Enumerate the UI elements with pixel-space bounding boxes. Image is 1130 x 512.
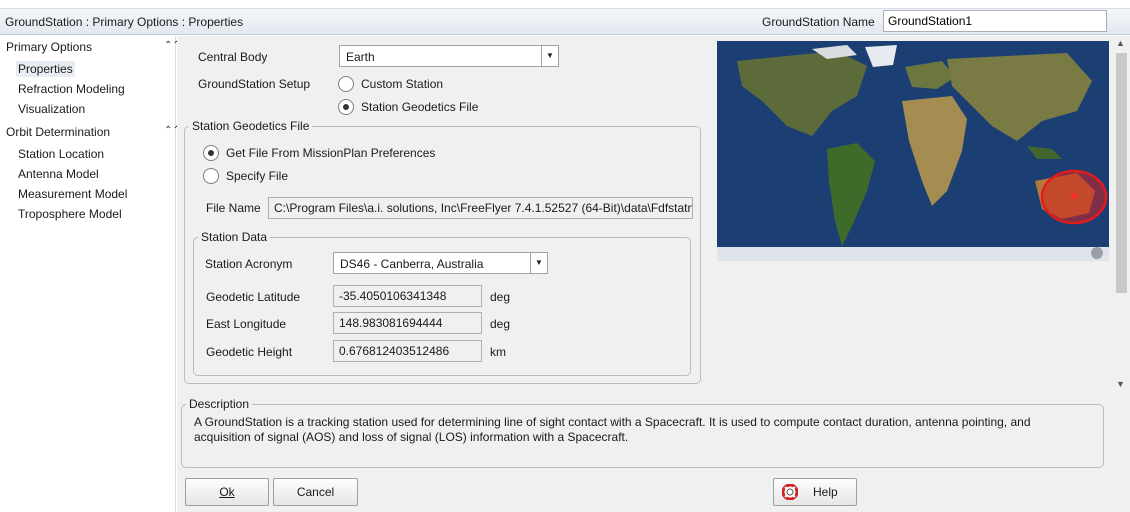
sidebar-item-measurement-model[interactable]: Measurement Model — [18, 187, 127, 201]
get-file-from-preferences-radio[interactable] — [203, 145, 219, 161]
sidebar-item-visualization[interactable]: Visualization — [18, 102, 85, 116]
chevron-down-icon[interactable]: ▼ — [530, 253, 547, 273]
sidebar-item-troposphere-model[interactable]: Troposphere Model — [18, 207, 122, 221]
custom-station-label[interactable]: Custom Station — [361, 77, 443, 91]
sidebar-item-refraction-modeling[interactable]: Refraction Modeling — [18, 82, 125, 96]
setup-label: GroundStation Setup — [198, 77, 311, 91]
header-bar: GroundStation : Primary Options : Proper… — [0, 9, 1130, 35]
ok-button[interactable]: Ok — [185, 478, 269, 506]
east-longitude-field[interactable]: 148.983081694444 — [333, 312, 482, 334]
groundstation-name-input[interactable] — [883, 10, 1107, 32]
world-map-image — [717, 41, 1109, 261]
help-button[interactable]: Help — [773, 478, 857, 506]
description-text: A GroundStation is a tracking station us… — [194, 415, 1031, 444]
window-top-strip — [0, 0, 1130, 9]
station-geodetics-file-legend: Station Geodetics File — [192, 119, 310, 133]
central-body-select[interactable]: Earth ▼ — [339, 45, 559, 67]
central-body-label: Central Body — [198, 50, 268, 64]
chevron-down-icon[interactable]: ▼ — [541, 46, 558, 66]
latitude-unit: deg — [490, 290, 511, 304]
file-name-field[interactable]: C:\Program Files\a.i. solutions, Inc\Fre… — [268, 197, 693, 219]
east-longitude-label: East Longitude — [206, 317, 287, 331]
station-geodetics-file-label[interactable]: Station Geodetics File — [361, 100, 478, 114]
station-data-legend: Station Data — [201, 230, 268, 244]
central-body-value: Earth — [346, 50, 375, 64]
ok-button-label: Ok — [219, 485, 235, 499]
sidebar-group-orbit-determination[interactable]: Orbit Determination — [6, 125, 110, 139]
specify-file-label[interactable]: Specify File — [226, 169, 288, 183]
geodetic-latitude-label: Geodetic Latitude — [206, 290, 301, 304]
custom-station-radio[interactable] — [338, 76, 354, 92]
longitude-unit: deg — [490, 317, 511, 331]
sidebar-item-antenna-model[interactable]: Antenna Model — [18, 167, 99, 181]
breadcrumb-title: GroundStation : Primary Options : Proper… — [5, 15, 244, 29]
sidebar-item-properties[interactable]: Properties — [16, 61, 75, 77]
description-legend: Description — [189, 397, 250, 411]
cancel-button-label: Cancel — [296, 485, 335, 499]
help-button-label: Help — [813, 485, 838, 499]
scroll-up-icon[interactable]: ▲ — [1116, 38, 1125, 48]
groundstation-name-label: GroundStation Name — [762, 15, 875, 29]
station-acronym-select[interactable]: DS46 - Canberra, Australia ▼ — [333, 252, 548, 274]
earth-map-preview — [717, 41, 1109, 261]
vertical-scrollbar[interactable]: ▲ ▼ — [1113, 36, 1130, 392]
station-geodetics-file-radio[interactable] — [338, 99, 354, 115]
scrollbar-thumb[interactable] — [1116, 53, 1127, 293]
get-file-from-preferences-label[interactable]: Get File From MissionPlan Preferences — [226, 146, 435, 160]
sidebar-item-station-location[interactable]: Station Location — [18, 147, 104, 161]
cancel-button[interactable]: Cancel — [273, 478, 358, 506]
sidebar-group-primary-options[interactable]: Primary Options — [6, 40, 92, 54]
station-acronym-label: Station Acronym — [205, 257, 293, 271]
lifebuoy-icon — [782, 484, 798, 500]
height-unit: km — [490, 345, 506, 359]
sidebar: Primary Options ⌃⌃ Properties Refraction… — [0, 36, 181, 512]
scroll-down-icon[interactable]: ▼ — [1116, 379, 1125, 389]
file-name-label: File Name — [206, 201, 261, 215]
specify-file-radio[interactable] — [203, 168, 219, 184]
geodetic-height-field[interactable]: 0.676812403512486 — [333, 340, 482, 362]
geodetic-height-label: Geodetic Height — [206, 345, 293, 359]
geodetic-latitude-field[interactable]: -35.4050106341348 — [333, 285, 482, 307]
station-acronym-value: DS46 - Canberra, Australia — [340, 257, 484, 271]
